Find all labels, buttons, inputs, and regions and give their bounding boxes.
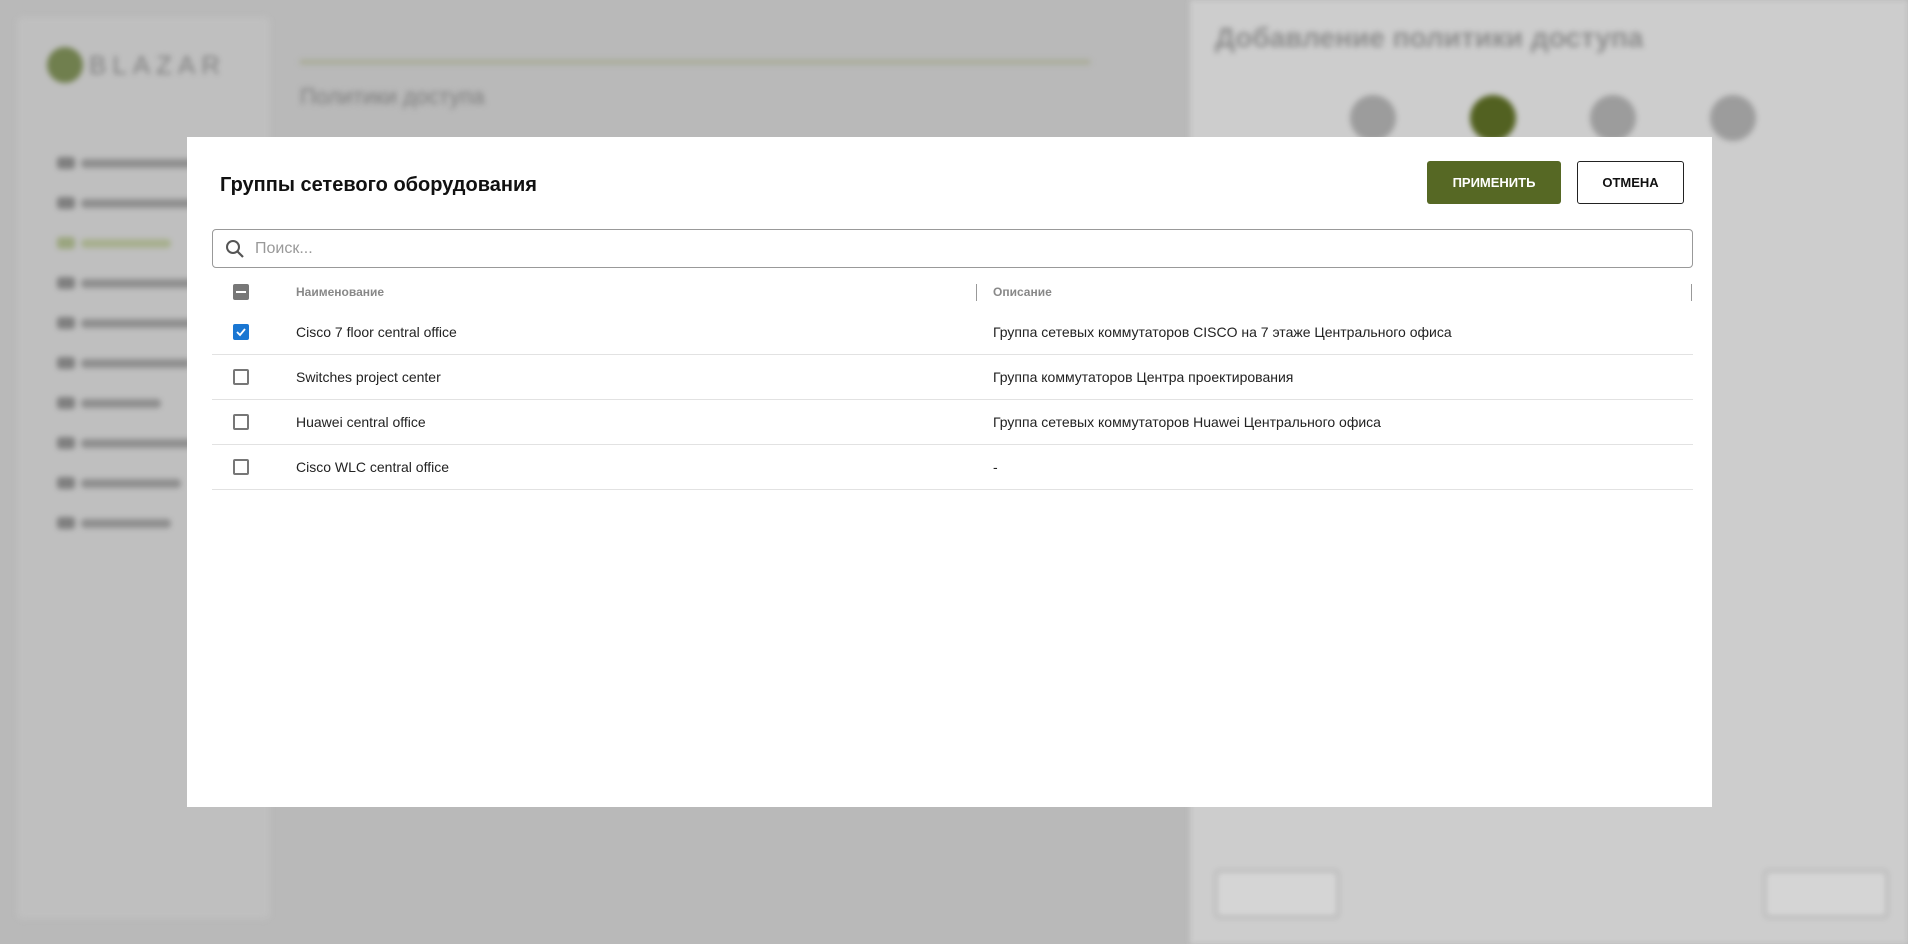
network-groups-dialog: Группы сетевого оборудования ПРИМЕНИТЬ О… — [187, 137, 1712, 807]
table-row[interactable]: Cisco WLC central office - — [212, 445, 1693, 490]
column-divider[interactable] — [1691, 284, 1692, 301]
column-header-name[interactable]: Наименование — [296, 285, 384, 299]
row-description: Группа сетевых коммутаторов Huawei Центр… — [993, 414, 1381, 430]
row-name: Switches project center — [296, 369, 441, 385]
row-checkbox[interactable] — [233, 369, 249, 385]
row-description: Группа сетевых коммутаторов CISCO на 7 э… — [993, 324, 1452, 340]
table-header: Наименование Описание — [212, 274, 1693, 310]
table-row[interactable]: Cisco 7 floor central office Группа сете… — [212, 310, 1693, 355]
row-description: - — [993, 459, 998, 475]
row-checkbox[interactable] — [233, 324, 249, 340]
groups-table: Наименование Описание Cisco 7 floor cent… — [212, 274, 1693, 490]
row-checkbox[interactable] — [233, 414, 249, 430]
row-name: Cisco 7 floor central office — [296, 324, 457, 340]
column-header-description[interactable]: Описание — [993, 285, 1052, 299]
search-input[interactable] — [253, 238, 1692, 259]
dialog-title: Группы сетевого оборудования — [220, 174, 537, 196]
select-all-checkbox[interactable] — [233, 284, 249, 300]
row-checkbox[interactable] — [233, 459, 249, 475]
cancel-button[interactable]: ОТМЕНА — [1577, 161, 1684, 204]
column-divider[interactable] — [976, 284, 977, 301]
row-name: Cisco WLC central office — [296, 459, 450, 475]
row-name: Huawei central office — [296, 414, 426, 430]
apply-button[interactable]: ПРИМЕНИТЬ — [1427, 161, 1561, 204]
table-row[interactable]: Huawei central office Группа сетевых ком… — [212, 400, 1693, 445]
check-icon — [236, 328, 246, 337]
search-icon — [226, 239, 244, 258]
table-row[interactable]: Switches project center Группа коммутато… — [212, 355, 1693, 400]
search-field[interactable] — [212, 229, 1693, 268]
row-description: Группа коммутаторов Центра проектировани… — [993, 369, 1294, 385]
